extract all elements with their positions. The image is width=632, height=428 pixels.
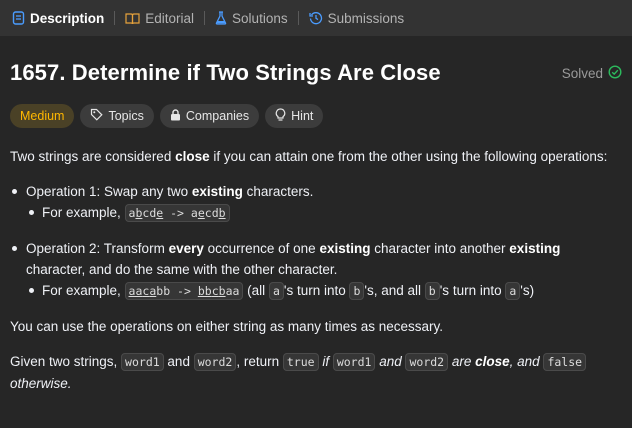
code-snippet: word2 (405, 353, 449, 371)
tab-solutions[interactable]: Solutions (211, 0, 292, 36)
lightbulb-icon (275, 107, 286, 125)
check-circle-icon (608, 64, 622, 82)
code-snippet: aacabb -> bbcbaa (124, 282, 244, 300)
hint-button[interactable]: Hint (265, 104, 324, 128)
code-snippet: b (349, 282, 365, 300)
companies-label: Companies (185, 109, 250, 123)
example-list: For example, aacabb -> bbcbaa (all a's t… (26, 280, 610, 302)
lock-icon (170, 108, 181, 124)
hint-label: Hint (291, 109, 314, 123)
tag-icon (90, 108, 104, 124)
list-item: Operation 1: Swap any two existing chara… (10, 181, 610, 224)
code-snippet: a (505, 282, 521, 300)
description-icon (12, 11, 25, 25)
problem-description: Two strings are considered close if you … (10, 146, 610, 408)
code-snippet: word2 (193, 353, 237, 371)
intro-paragraph: Two strings are considered close if you … (10, 149, 608, 164)
problem-title[interactable]: 1657. Determine if Two Strings Are Close (10, 60, 441, 86)
code-snippet: word1 (332, 353, 376, 371)
example-list: For example, abcde -> aecdb (26, 202, 610, 224)
title-row: 1657. Determine if Two Strings Are Close… (10, 60, 622, 86)
tab-label: Editorial (145, 10, 195, 26)
tab-description[interactable]: Description (8, 0, 108, 36)
code-snippet: word1 (121, 353, 164, 371)
code-snippet: abcde -> aecdb (124, 204, 230, 222)
operations-list: Operation 1: Swap any two existing chara… (10, 181, 610, 302)
list-item: For example, aacabb -> bbcbaa (all a's t… (26, 280, 610, 302)
history-icon (308, 11, 323, 25)
code-snippet: false (543, 353, 587, 371)
list-item: Operation 2: Transform every occurrence … (10, 238, 610, 302)
tab-divider (204, 11, 206, 25)
usage-paragraph: You can use the operations on either str… (10, 319, 443, 334)
tab-label: Description (30, 10, 105, 26)
solved-status: Solved (561, 64, 622, 82)
tab-editorial[interactable]: Editorial (121, 0, 198, 36)
code-snippet: true (282, 353, 319, 371)
tab-label: Submissions (327, 10, 405, 26)
tag-row: Medium Topics Companies Hint (10, 104, 324, 128)
tab-bar: Description Editorial Solutions Submissi… (0, 0, 632, 36)
list-item: For example, abcde -> aecdb (26, 202, 610, 224)
book-icon (125, 12, 140, 25)
code-snippet: a (268, 282, 284, 300)
tab-divider (297, 11, 299, 25)
tab-submissions[interactable]: Submissions (305, 0, 409, 36)
task-paragraph: Given two strings, word1 and word2, retu… (10, 351, 610, 394)
tab-label: Solutions (232, 10, 288, 26)
companies-button[interactable]: Companies (159, 104, 260, 128)
flask-icon (215, 11, 227, 25)
solved-label: Solved (561, 65, 603, 81)
code-snippet: b (424, 282, 440, 300)
topics-label: Topics (108, 109, 144, 123)
topics-button[interactable]: Topics (80, 104, 154, 128)
tab-divider (114, 11, 116, 25)
difficulty-badge: Medium (10, 104, 75, 128)
